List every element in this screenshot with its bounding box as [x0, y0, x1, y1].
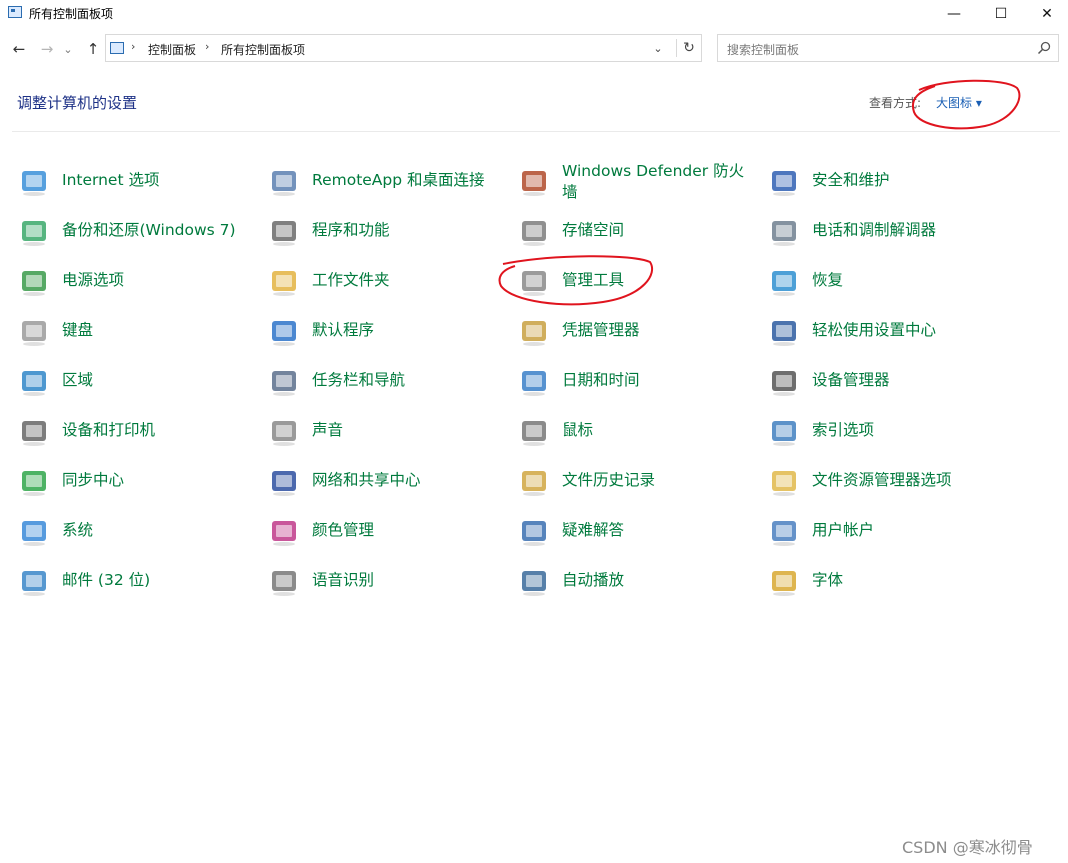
item-label[interactable]: 备份和还原(Windows 7)	[62, 220, 236, 241]
item-label[interactable]: 轻松使用设置中心	[812, 320, 936, 341]
network-icon	[272, 471, 296, 496]
sync-icon	[22, 471, 46, 496]
item-label[interactable]: 默认程序	[312, 320, 374, 341]
backup-icon	[22, 221, 46, 246]
mail-icon	[22, 571, 46, 596]
item-label[interactable]: 区域	[62, 370, 93, 391]
page-title: 调整计算机的设置	[17, 94, 138, 112]
divider	[12, 131, 1060, 132]
item-label[interactable]: 系统	[62, 520, 93, 541]
recent-locations-button[interactable]: ⌄	[61, 38, 75, 60]
forward-button[interactable]: →	[36, 38, 58, 60]
recovery-icon	[772, 271, 796, 296]
breadcrumb-separator: ›	[205, 40, 210, 53]
item-label[interactable]: 凭据管理器	[562, 320, 640, 341]
search-icon[interactable]	[1036, 40, 1052, 56]
users-icon	[772, 521, 796, 546]
work-folder-icon	[272, 271, 296, 296]
item-label[interactable]: 文件历史记录	[562, 470, 655, 491]
item-label[interactable]: 电话和调制解调器	[812, 220, 936, 241]
item-label[interactable]: 任务栏和导航	[312, 370, 405, 391]
item-label[interactable]: 同步中心	[62, 470, 124, 491]
item-label[interactable]: 索引选项	[812, 420, 874, 441]
mouse-icon	[522, 421, 546, 446]
programs-icon	[272, 221, 296, 246]
control-panel-icon	[8, 6, 22, 18]
search-input[interactable]: 搜索控制面板	[717, 34, 1059, 62]
window-title: 所有控制面板项	[29, 7, 114, 21]
item-label[interactable]: 恢复	[812, 270, 843, 291]
item-label[interactable]: 程序和功能	[312, 220, 390, 241]
minimize-button[interactable]: —	[931, 0, 977, 28]
item-label[interactable]: 设备管理器	[812, 370, 890, 391]
item-label[interactable]: 文件资源管理器选项	[812, 470, 952, 491]
microphone-icon	[272, 571, 296, 596]
firewall-icon	[522, 171, 546, 196]
item-label[interactable]: RemoteApp 和桌面连接	[312, 170, 485, 191]
item-label[interactable]: 工作文件夹	[312, 270, 390, 291]
storage-icon	[522, 221, 546, 246]
folder-options-icon	[772, 471, 796, 496]
phone-icon	[772, 221, 796, 246]
breadcrumb-control-panel[interactable]: 控制面板	[148, 41, 196, 58]
admin-tools-icon	[522, 271, 546, 296]
item-label[interactable]: 字体	[812, 570, 843, 591]
item-label[interactable]: Internet 选项	[62, 170, 159, 191]
item-label[interactable]: Windows Defender 防火墙	[562, 161, 757, 203]
item-label[interactable]: 邮件 (32 位)	[62, 570, 150, 591]
font-icon	[772, 571, 796, 596]
maximize-button[interactable]: ☐	[978, 0, 1024, 28]
calendar-icon	[522, 371, 546, 396]
default-programs-icon	[272, 321, 296, 346]
view-by-label: 查看方式:	[869, 96, 922, 110]
troubleshoot-icon	[522, 521, 546, 546]
item-label[interactable]: 疑难解答	[562, 520, 624, 541]
ease-of-access-icon	[772, 321, 796, 346]
item-label[interactable]: 鼠标	[562, 420, 593, 441]
item-label[interactable]: 用户帐户	[812, 520, 874, 541]
item-label[interactable]: 语音识别	[312, 570, 374, 591]
item-label[interactable]: 自动播放	[562, 570, 624, 591]
color-icon	[272, 521, 296, 546]
item-label[interactable]: 管理工具	[562, 270, 624, 291]
item-label[interactable]: 安全和维护	[812, 170, 890, 191]
indexing-icon	[772, 421, 796, 446]
item-label[interactable]: 日期和时间	[562, 370, 640, 391]
item-label[interactable]: 网络和共享中心	[312, 470, 421, 491]
battery-icon	[22, 271, 46, 296]
taskbar-icon	[272, 371, 296, 396]
device-manager-icon	[772, 371, 796, 396]
flag-icon	[772, 171, 796, 196]
search-placeholder: 搜索控制面板	[727, 43, 800, 57]
back-button[interactable]: ←	[8, 38, 30, 60]
remote-desktop-icon	[272, 171, 296, 196]
up-button[interactable]: ↑	[82, 38, 104, 60]
control-panel-icon	[110, 42, 124, 54]
region-icon	[22, 371, 46, 396]
breadcrumb-all-items[interactable]: 所有控制面板项	[221, 41, 305, 58]
address-dropdown-button[interactable]: ⌄	[649, 39, 667, 57]
speaker-icon	[272, 421, 296, 446]
item-label[interactable]: 声音	[312, 420, 343, 441]
address-bar[interactable]: › 控制面板 › 所有控制面板项 ⌄ ↻	[105, 34, 702, 62]
item-label[interactable]: 键盘	[62, 320, 93, 341]
printer-icon	[22, 421, 46, 446]
credential-icon	[522, 321, 546, 346]
breadcrumb-separator: ›	[131, 40, 136, 53]
view-by-dropdown[interactable]: 大图标 ▾	[936, 94, 982, 111]
keyboard-icon	[22, 321, 46, 346]
watermark: CSDN @寒冰彻骨	[902, 838, 1033, 857]
title-bar: 所有控制面板项 — ☐ ✕	[0, 0, 1068, 28]
refresh-button[interactable]: ↻	[676, 39, 701, 57]
autoplay-icon	[522, 571, 546, 596]
item-label[interactable]: 设备和打印机	[62, 420, 155, 441]
globe-icon	[22, 171, 46, 196]
item-label[interactable]: 存储空间	[562, 220, 624, 241]
item-label[interactable]: 电源选项	[62, 270, 124, 291]
close-button[interactable]: ✕	[1024, 0, 1068, 28]
file-history-icon	[522, 471, 546, 496]
item-label[interactable]: 颜色管理	[312, 520, 374, 541]
computer-icon	[22, 521, 46, 546]
